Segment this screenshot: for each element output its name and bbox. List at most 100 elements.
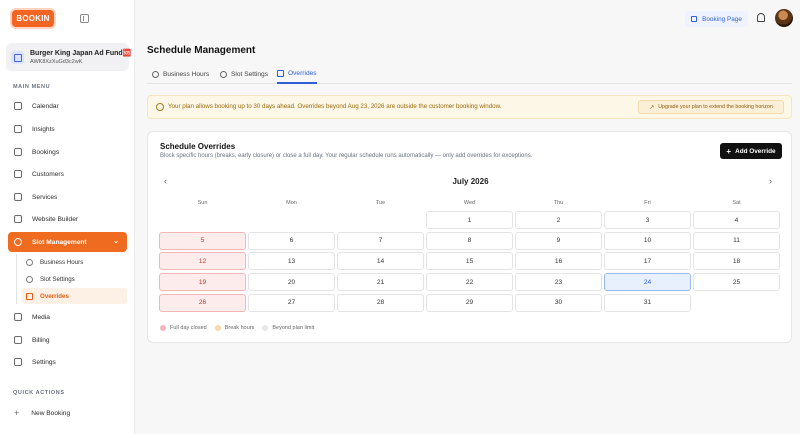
clock-icon: [26, 258, 33, 266]
calendar-day[interactable]: 9: [515, 231, 602, 250]
sidebar-subitem-business-hours[interactable]: Business Hours: [22, 254, 127, 270]
plus-icon: +: [726, 146, 732, 156]
upgrade-plan-button[interactable]: ↗ Upgrade your plan to extend the bookin…: [638, 100, 784, 114]
weekday-mon: Mon: [286, 200, 297, 206]
weekday-fri: Fri: [644, 200, 651, 206]
sidebar-item-label: Services: [32, 193, 58, 201]
calendar-day[interactable]: 1: [426, 211, 513, 229]
weekday-wed: Wed: [463, 200, 476, 206]
legend-swatch: [160, 325, 166, 331]
calendar-day[interactable]: 30: [515, 293, 602, 312]
bell-icon[interactable]: [757, 13, 765, 22]
calendar-day[interactable]: 10: [604, 231, 691, 250]
calendar-day[interactable]: 7: [337, 231, 424, 250]
org-id: AWK8XzXuGd3c2wK: [30, 59, 83, 65]
tab-slot-settings[interactable]: Slot Settings: [220, 64, 268, 84]
calendar-day[interactable]: 4: [693, 211, 780, 229]
calendar-day[interactable]: 16: [515, 252, 602, 271]
calendar-day[interactable]: 31: [604, 293, 691, 312]
sidebar-subitem-label: Overrides: [40, 292, 69, 300]
sidebar-item-label: Media: [32, 313, 50, 321]
bookin-logo[interactable]: BOOKIN: [10, 8, 56, 29]
card-icon: [14, 336, 22, 344]
sidebar-item-label: Settings: [32, 358, 56, 366]
calendar-day[interactable]: 29: [426, 293, 513, 312]
briefcase-icon: [14, 193, 22, 201]
calendar-icon: [14, 102, 22, 110]
org-switcher[interactable]: Burger King Japan Ad Fund🆘 AWK8XzXuGd3c2…: [6, 43, 132, 71]
schedule-overrides-card: Schedule Overrides Block specific hours …: [147, 131, 792, 343]
calendar-day[interactable]: 27: [248, 293, 335, 312]
weekday-sun: Sun: [197, 200, 208, 206]
sidebar-item-bookings[interactable]: Bookings: [8, 142, 127, 162]
sidebar-subitem-label: Business Hours: [40, 258, 84, 266]
calendar-day[interactable]: 3: [604, 211, 691, 229]
sidebar-item-media[interactable]: Media: [8, 307, 127, 327]
calendar-day[interactable]: 22: [426, 273, 513, 292]
calendar-day[interactable]: 25: [693, 273, 780, 292]
calendar-day[interactable]: 8: [426, 231, 513, 250]
upgrade-label: Upgrade your plan to extend the booking …: [658, 104, 773, 110]
page-title: Schedule Management: [147, 45, 256, 56]
gear-icon: [26, 275, 33, 283]
new-booking-button[interactable]: + New Booking: [8, 404, 70, 422]
calendar-day[interactable]: 23: [515, 273, 602, 292]
chevron-right-icon[interactable]: ›: [769, 176, 772, 186]
calendar-day[interactable]: 26: [159, 293, 246, 312]
sidebar-item-slot-management[interactable]: Slot Management ⌄: [8, 232, 127, 252]
card-title: Schedule Overrides: [160, 142, 236, 151]
gear-icon: [14, 358, 22, 366]
calendar-day[interactable]: 18: [693, 252, 780, 271]
clock-icon: [14, 238, 22, 246]
calendar-day[interactable]: 5: [159, 231, 246, 250]
add-override-button[interactable]: + Add Override: [720, 143, 782, 159]
sidebar-toggle-icon[interactable]: [80, 14, 89, 23]
calendar-day[interactable]: 14: [337, 252, 424, 271]
avatar[interactable]: [775, 9, 793, 27]
tab-overrides[interactable]: Overrides: [277, 64, 317, 84]
calendar-day[interactable]: 17: [604, 252, 691, 271]
calendar-day[interactable]: 13: [248, 252, 335, 271]
sidebar-item-calendar[interactable]: Calendar: [8, 96, 127, 116]
calendar-icon: [277, 69, 284, 77]
submenu-divider: [16, 254, 17, 304]
chart-icon: [14, 125, 22, 133]
calendar-day[interactable]: 21: [337, 273, 424, 292]
calendar-day[interactable]: 24: [604, 273, 691, 292]
add-override-label: Add Override: [735, 147, 776, 155]
calendar-day[interactable]: 11: [693, 231, 780, 250]
calendar-day[interactable]: 28: [337, 293, 424, 312]
weekday-tue: Tue: [375, 200, 386, 206]
image-icon: [14, 313, 22, 321]
sidebar-item-label: Bookings: [32, 148, 60, 156]
calendar-day[interactable]: 20: [248, 273, 335, 292]
legend-label: Beyond plan limit: [272, 325, 315, 331]
card-subtitle: Block specific hours (breaks, early clos…: [160, 153, 533, 159]
sidebar-item-billing[interactable]: Billing: [8, 330, 127, 350]
legend-label: Break hours: [224, 325, 255, 331]
banner-text: Your plan allows booking up to 30 days a…: [168, 103, 502, 110]
layout-icon: [14, 215, 22, 223]
legend-swatch: [262, 325, 269, 331]
sidebar-item-settings[interactable]: Settings: [8, 352, 127, 372]
chevron-down-icon: ⌄: [113, 238, 119, 245]
calendar-day[interactable]: 6: [248, 231, 335, 250]
booking-page-button[interactable]: Booking Page: [685, 11, 748, 27]
sidebar-item-customers[interactable]: Customers: [8, 164, 127, 184]
org-name: Burger King Japan Ad Fund🆘: [30, 50, 132, 57]
sidebar-item-website-builder[interactable]: Website Builder: [8, 209, 127, 229]
sidebar-item-services[interactable]: Services: [8, 187, 127, 207]
calendar-day[interactable]: 15: [426, 252, 513, 271]
sidebar-subitem-slot-settings[interactable]: Slot Settings: [22, 271, 127, 287]
tab-label: Business Hours: [163, 70, 210, 78]
legend-item: Break hours: [214, 325, 255, 331]
sidebar-item-insights[interactable]: Insights: [8, 119, 127, 139]
calendar-day[interactable]: 2: [515, 211, 602, 229]
quick-actions-label: QUICK ACTIONS: [13, 390, 65, 396]
calendar-day[interactable]: 19: [159, 273, 246, 292]
legend-item: Full day closed: [160, 325, 207, 331]
calendar-day[interactable]: 12: [159, 252, 246, 271]
sidebar-subitem-overrides[interactable]: Overrides: [22, 288, 127, 304]
tab-business-hours[interactable]: Business Hours: [152, 64, 209, 84]
tab-bar: Business Hours Slot Settings Overrides: [147, 64, 792, 84]
